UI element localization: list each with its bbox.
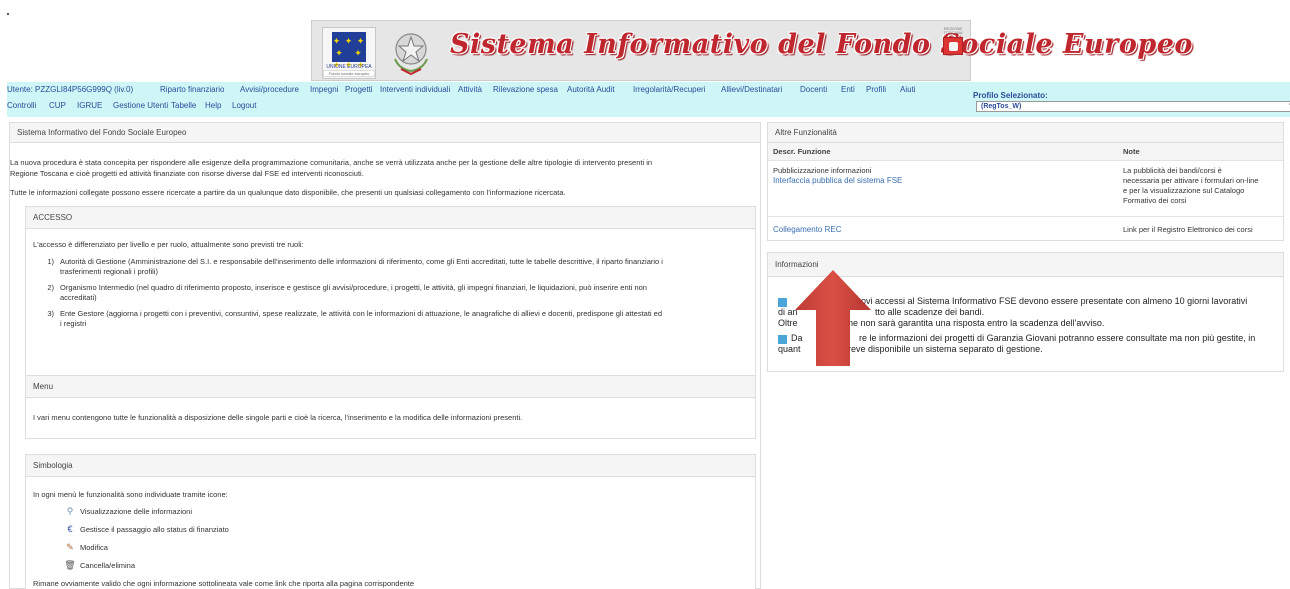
menu-logout[interactable]: Logout xyxy=(232,101,256,111)
menu-avvisi-procedure[interactable]: Avvisi/procedure xyxy=(240,85,299,95)
main-panel-title: Sistema Informativo del Fondo Sociale Eu… xyxy=(10,123,760,143)
roles-list: 1) Autorità di Gestione (Amministrazione … xyxy=(36,257,736,335)
info-line-2b: tto alle scadenze dei bandi. xyxy=(875,307,985,317)
page-dot xyxy=(7,13,9,15)
menu-rilevazione-spesa[interactable]: Rilevazione spesa xyxy=(493,85,558,95)
menu-enti[interactable]: Enti xyxy=(841,85,855,95)
simbologia-section: Simbologia In ogni menù le funzionalità … xyxy=(25,454,756,589)
col-descr-funzione: Descr. Funzione xyxy=(773,147,831,156)
regione-toscana-logo: REGIONE TOSCANA xyxy=(941,27,965,67)
euro-icon: € xyxy=(67,524,73,534)
menu-controlli[interactable]: Controlli xyxy=(7,101,36,111)
profile-select[interactable]: (RegTos_W)▼ xyxy=(976,101,1290,112)
intro-line-3: Tutte le informazioni collegate possono … xyxy=(10,188,566,197)
symbol-view: ⚲ Visualizzazione delle informazioni xyxy=(64,505,192,517)
row1-note-3: e per la visualizzazione sul Catalogo xyxy=(1123,186,1245,195)
menu-impegni[interactable]: Impegni xyxy=(310,85,338,95)
symbol-edit: ✎ Modifica xyxy=(64,541,108,553)
menu-riparto-finanziario[interactable]: Riparto finanziario xyxy=(160,85,224,95)
user-info: Utente: PZZGLI84P56G999Q (liv.0) xyxy=(7,85,134,94)
header-banner: ✦ ✦ ✦ ✦ ✦ ✦ ✦ ✦ UNIONE EUROPEA Fondo socia… xyxy=(311,20,1192,81)
menu-docenti[interactable]: Docenti xyxy=(800,85,827,95)
menu-header: Menu xyxy=(26,376,755,398)
menu-section: Menu I vari menu contengono tutte le fun… xyxy=(25,375,756,439)
main-panel: Sistema Informativo del Fondo Sociale Eu… xyxy=(9,122,761,589)
info-line-3b: ne non sarà garantita una risposta entro… xyxy=(848,318,1105,328)
info-bullet-icon xyxy=(778,335,787,344)
accesso-text: L'accesso è differenziato per livello e … xyxy=(33,240,304,249)
info-line-1: uovi accessi al Sistema Informativo FSE … xyxy=(856,296,1248,306)
symbol-finance: € Gestisce il passaggio allo status di fi… xyxy=(64,523,228,535)
row1-note-1: La pubblicità dei bandi/corsi è xyxy=(1123,166,1222,175)
regione-pegasus-icon xyxy=(943,37,963,55)
row1-note-4: Formativo dei corsi xyxy=(1123,196,1187,205)
row2-note: Link per il Registro Elettronico dei cor… xyxy=(1123,225,1253,234)
menu-profili[interactable]: Profili xyxy=(866,85,886,95)
info-line-4b: re le informazioni dei progetti di Garan… xyxy=(859,333,1256,343)
simbologia-footer: Rimane ovviamente valido che ogni inform… xyxy=(33,579,415,588)
simbologia-text: In ogni menù le funzionalità sono indivi… xyxy=(33,490,228,499)
menu-cup[interactable]: CUP xyxy=(49,101,66,111)
altre-header: Altre Funzionalità xyxy=(768,123,1283,143)
menu-allievi-destinatari[interactable]: Allievi/Destinatari xyxy=(721,85,782,95)
table-row: Collegamento REC Link per il Registro El… xyxy=(768,219,1283,237)
menu-text: I vari menu contengono tutte le funziona… xyxy=(33,413,523,422)
list-item: 2) Organismo Intermedio (nel quadro di ri… xyxy=(47,283,647,302)
menu-tabelle[interactable]: Tabelle xyxy=(171,101,196,111)
magnifier-icon: ⚲ xyxy=(66,506,74,516)
col-note: Note xyxy=(1123,147,1140,156)
menu-interventi-individuali[interactable]: Interventi individuali xyxy=(380,85,450,95)
accesso-header: ACCESSO xyxy=(26,207,755,229)
main-menu-bar: Utente: PZZGLI84P56G999Q (liv.0) Riparto… xyxy=(7,82,1290,117)
profile-label: Profilo Selezionato: xyxy=(973,91,1048,100)
row1-note-2: necessaria per attivare i formulari on-l… xyxy=(1123,176,1259,185)
info-line-5b: reve disponibile un sistema separato di … xyxy=(848,344,1043,354)
site-title: Sistema Informativo del Fondo Sociale Eu… xyxy=(450,29,1193,60)
symbol-delete: 🗑 Cancella/elimina xyxy=(64,560,136,570)
menu-irregolarita-recuperi[interactable]: Irregolarità/Recuperi xyxy=(633,85,705,95)
regione-label: REGIONE TOSCANA xyxy=(943,26,963,35)
eu-sublabel: Fondo sociale europeo xyxy=(323,70,375,77)
menu-igrue[interactable]: IGRUE xyxy=(77,101,102,111)
pencil-icon: ✎ xyxy=(66,542,74,552)
profile-select-value: (RegTos_W) xyxy=(981,103,1022,110)
menu-progetti[interactable]: Progetti xyxy=(345,85,373,95)
intro-line-1: La nuova procedura è stata concepita per… xyxy=(10,158,653,167)
link-interfaccia-pubblica[interactable]: Interfaccia pubblica del sistema FSE xyxy=(773,176,902,186)
list-item: 3) Ente Gestore (aggiorna i progetti con … xyxy=(47,309,663,328)
menu-autorita-audit[interactable]: Autorità Audit xyxy=(567,85,615,95)
simbologia-header: Simbologia xyxy=(26,455,755,477)
menu-aiuti[interactable]: Aiuti xyxy=(900,85,916,95)
table-header-row: Descr. Funzione Note xyxy=(768,143,1283,161)
italian-emblem-icon xyxy=(394,33,428,75)
info-bullet-icon xyxy=(778,298,787,307)
eu-flag-icon: ✦ ✦ ✦ ✦ ✦ ✦ ✦ ✦ xyxy=(332,32,366,70)
link-collegamento-rec[interactable]: Collegamento REC xyxy=(773,225,841,235)
intro-line-2: Regione Toscana e cioè progetti ed attiv… xyxy=(10,169,364,178)
menu-gestione-utenti[interactable]: Gestione Utenti xyxy=(113,101,168,111)
eu-logo: ✦ ✦ ✦ ✦ ✦ ✦ ✦ ✦ UNIONE EUROPEA Fondo socia… xyxy=(322,27,376,79)
page: ✦ ✦ ✦ ✦ ✦ ✦ ✦ ✦ UNIONE EUROPEA Fondo socia… xyxy=(0,0,1290,589)
row1-description: Pubblicizzazione informazioni xyxy=(773,166,872,175)
red-arrow-annotation xyxy=(795,270,871,366)
menu-help[interactable]: Help xyxy=(205,101,221,111)
menu-attivita[interactable]: Attività xyxy=(458,85,482,95)
trash-icon: 🗑 xyxy=(64,560,76,570)
altre-funzionalita-panel: Altre Funzionalità Descr. Funzione Note … xyxy=(767,122,1284,241)
table-row: Pubblicizzazione informazioni Interfacci… xyxy=(768,161,1283,217)
list-item: 1) Autorità di Gestione (Amministrazione … xyxy=(47,257,663,276)
